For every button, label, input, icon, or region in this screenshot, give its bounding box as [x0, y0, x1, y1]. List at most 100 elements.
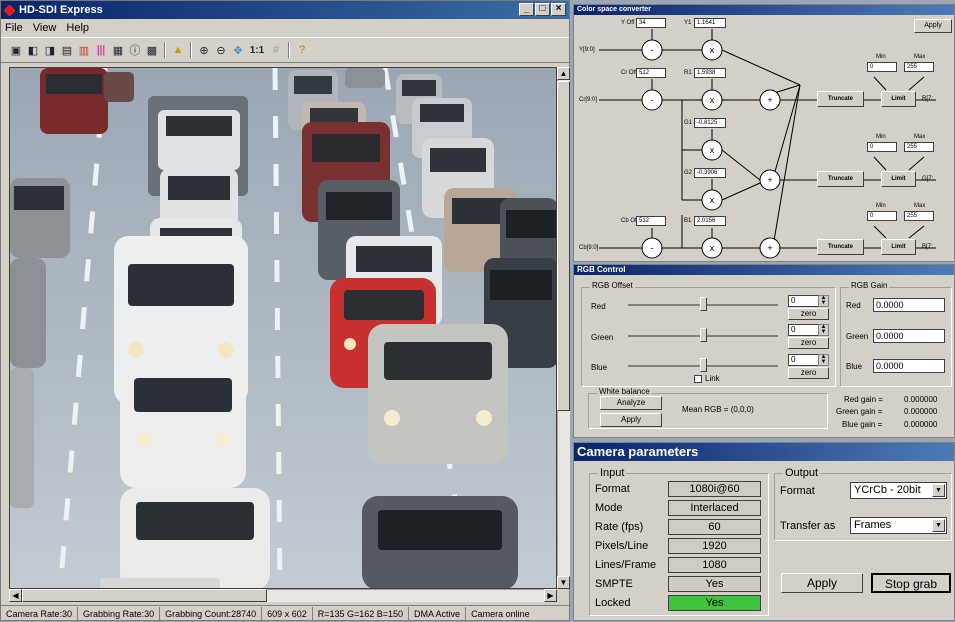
r-output-label: R[7:: [922, 96, 934, 102]
transfer-select[interactable]: Frames ▼: [850, 517, 947, 534]
wb-apply-button[interactable]: Apply: [600, 413, 662, 427]
max-r-field[interactable]: 255: [904, 62, 934, 72]
record-icon[interactable]: ◨: [43, 43, 57, 57]
zoom-out-icon[interactable]: ⊖: [214, 43, 228, 57]
minimize-button[interactable]: _: [519, 3, 534, 16]
min-b-field[interactable]: 0: [867, 211, 897, 221]
menu-help[interactable]: Help: [66, 22, 89, 34]
cb-input-label: Cb[9:0]: [579, 245, 599, 251]
g2-label: G2: [684, 170, 693, 176]
blue-slider-thumb[interactable]: [700, 358, 707, 372]
close-button[interactable]: ×: [551, 3, 566, 16]
video-frame-image: [10, 68, 556, 588]
green-gain-field[interactable]: 0.0000: [873, 329, 945, 343]
red-zero-button[interactable]: zero: [788, 308, 829, 320]
b1-field[interactable]: 2.0156: [694, 216, 726, 226]
horizontal-scrollbar[interactable]: ◀ ▶: [9, 589, 557, 602]
status-pixel-value: R=135 G=162 B=150: [313, 606, 410, 622]
vertical-scrollbar[interactable]: ▲ ▼: [557, 67, 570, 589]
chevron-down-icon[interactable]: ▼: [932, 519, 945, 532]
levels-icon[interactable]: |||: [94, 43, 108, 57]
blue-zero-button[interactable]: zero: [788, 367, 829, 379]
max-b-field[interactable]: 255: [904, 211, 934, 221]
svg-text:x: x: [710, 195, 715, 205]
scroll-right-icon[interactable]: ▶: [544, 589, 557, 602]
min-g-field[interactable]: 0: [867, 142, 897, 152]
out-format-select[interactable]: YCrCb - 20bit ▼: [850, 482, 947, 499]
analyze-button[interactable]: Analyze: [600, 396, 662, 410]
format-value: 1080i@60: [668, 481, 761, 497]
g1-label: G1: [684, 120, 693, 126]
limit-b-block: Limit: [881, 239, 916, 255]
snapshot-icon[interactable]: ▤: [60, 43, 74, 57]
color-converter-panel: Color space converter Apply - - - x x x …: [573, 4, 955, 262]
stop-grab-button[interactable]: Stop grab: [871, 573, 951, 593]
camera-apply-button[interactable]: Apply: [781, 573, 863, 593]
scroll-up-icon[interactable]: ▲: [557, 67, 570, 80]
y1-field[interactable]: 1.1641: [694, 18, 726, 28]
mean-rgb-text: Mean RGB = (0,0,0): [682, 405, 754, 414]
grid-icon[interactable]: #: [269, 43, 283, 57]
chevron-down-icon[interactable]: ▼: [932, 484, 945, 497]
svg-text:-: -: [651, 243, 654, 253]
truncate-r-block: Truncate: [817, 91, 864, 107]
grab-icon[interactable]: ◧: [26, 43, 40, 57]
video-viewport[interactable]: [9, 67, 557, 589]
pixels-label: Pixels/Line: [595, 540, 649, 552]
rate-label: Rate (fps): [595, 521, 644, 533]
green-zero-button[interactable]: zero: [788, 337, 829, 349]
image-icon[interactable]: ▲: [171, 43, 185, 57]
hscroll-thumb[interactable]: [22, 589, 267, 602]
status-resolution: 609 x 602: [262, 606, 313, 622]
help-icon[interactable]: ?: [295, 43, 309, 57]
svg-text:+: +: [767, 243, 772, 253]
scroll-down-icon[interactable]: ▼: [557, 576, 570, 589]
rate-value: 60: [668, 519, 761, 535]
min-r-field[interactable]: 0: [867, 62, 897, 72]
max-r-label: Max: [914, 54, 926, 60]
red-slider-thumb[interactable]: [700, 297, 707, 311]
green-slider-thumb[interactable]: [700, 328, 707, 342]
red-gain-value: 0.000000: [904, 395, 938, 404]
pixels-value: 1920: [668, 538, 761, 554]
red-spin-icon[interactable]: ▲ ▼: [818, 295, 829, 307]
colorbars-icon[interactable]: ▥: [77, 43, 91, 57]
g2-field[interactable]: -0.3906: [694, 168, 726, 178]
scroll-left-icon[interactable]: ◀: [9, 589, 22, 602]
cb-off-field[interactable]: 512: [636, 216, 666, 226]
save-icon[interactable]: ▦: [111, 43, 125, 57]
svg-text:x: x: [710, 95, 715, 105]
scroll-thumb[interactable]: [557, 81, 570, 411]
window-title: HD-SDI Express: [19, 4, 103, 16]
b1-label: B1: [684, 218, 692, 224]
fit-icon[interactable]: ✥: [231, 43, 245, 57]
link-label: Link: [705, 374, 720, 383]
blue-gain-value: 0.000000: [904, 420, 938, 429]
limit-r-block: Limit: [881, 91, 916, 107]
max-g-field[interactable]: 255: [904, 142, 934, 152]
status-camera: Camera online: [471, 608, 530, 619]
g1-field[interactable]: -0.8125: [694, 118, 726, 128]
info-icon[interactable]: ⓘ: [128, 43, 142, 57]
link-checkbox[interactable]: [694, 375, 702, 383]
camera-icon[interactable]: ▣: [9, 43, 23, 57]
green-spin-icon[interactable]: ▲ ▼: [818, 324, 829, 336]
maximize-button[interactable]: □: [535, 3, 550, 16]
out-format-label: Format: [780, 485, 815, 497]
main-window: HD-SDI Express _ □ × File View Help ▣ ◧ …: [0, 0, 571, 622]
zoom-in-icon[interactable]: ⊕: [197, 43, 211, 57]
red-gain-field[interactable]: 0.0000: [873, 298, 945, 312]
r1-field[interactable]: 1.5938: [694, 68, 726, 78]
y-off-field[interactable]: 34: [636, 18, 666, 28]
blue-gain-text: Blue gain =: [842, 420, 883, 429]
smpte-label: SMPTE: [595, 578, 633, 590]
min-g-label: Min: [876, 134, 886, 140]
menu-view[interactable]: View: [33, 22, 57, 34]
cr-off-field[interactable]: 512: [636, 68, 666, 78]
blue-spin-icon[interactable]: ▲ ▼: [818, 354, 829, 366]
menu-file[interactable]: File: [5, 22, 23, 34]
zoom-1to1-button[interactable]: 1:1: [248, 43, 266, 57]
histogram-icon[interactable]: ▩: [145, 43, 159, 57]
green-gain-value: 0.000000: [904, 407, 938, 416]
blue-gain-field[interactable]: 0.0000: [873, 359, 945, 373]
